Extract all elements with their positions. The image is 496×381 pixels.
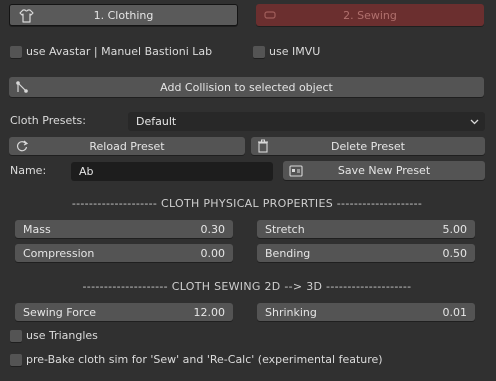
bending-field[interactable]: Bending 0.50 <box>257 244 475 262</box>
bending-value: 0.50 <box>442 246 468 260</box>
compression-value: 0.00 <box>200 246 226 260</box>
prebake-checkbox[interactable] <box>10 354 22 366</box>
trash-icon <box>255 138 271 154</box>
reload-preset-label: Reload Preset <box>89 139 165 153</box>
compression-field[interactable]: Compression 0.00 <box>15 244 233 262</box>
stretch-field[interactable]: Stretch 5.00 <box>257 220 475 238</box>
avastar-checkbox[interactable] <box>10 46 22 58</box>
add-collision-button[interactable]: Add Collision to selected object <box>9 77 484 97</box>
sewing-force-value: 12.00 <box>193 305 226 319</box>
shrinking-value: 0.01 <box>442 305 468 319</box>
save-new-preset-button[interactable]: Save New Preset <box>283 161 485 180</box>
collision-icon <box>14 79 30 95</box>
save-icon <box>288 163 304 179</box>
delete-preset-label: Delete Preset <box>331 139 405 153</box>
sewing-force-field[interactable]: Sewing Force 12.00 <box>15 303 233 321</box>
sewing-header: -------------------- CLOTH SEWING 2D -->… <box>82 280 412 293</box>
delete-preset-button[interactable]: Delete Preset <box>251 137 485 155</box>
tab-clothing[interactable]: 1. Clothing <box>9 4 238 26</box>
imvu-checkbox[interactable] <box>253 46 265 58</box>
save-new-preset-label: Save New Preset <box>337 164 431 177</box>
imvu-label: use IMVU <box>269 45 321 58</box>
add-collision-label: Add Collision to selected object <box>160 80 333 94</box>
preset-name-value: Ab <box>79 165 94 178</box>
reload-icon <box>14 138 30 154</box>
tab-sewing-label: 2. Sewing <box>343 8 397 22</box>
tab-clothing-label: 1. Clothing <box>93 8 154 22</box>
physical-properties-header: -------------------- CLOTH PHYSICAL PROP… <box>71 197 423 210</box>
mass-field[interactable]: Mass 0.30 <box>15 220 233 238</box>
shirt-icon <box>18 8 34 24</box>
tab-sewing[interactable]: 2. Sewing <box>256 4 484 26</box>
cloth-presets-label: Cloth Presets: <box>10 114 86 127</box>
chevron-down-icon <box>470 115 479 128</box>
use-triangles-label: use Triangles <box>26 329 98 342</box>
cloth-presets-dropdown[interactable]: Default <box>128 112 485 131</box>
reload-preset-button[interactable]: Reload Preset <box>9 137 245 155</box>
needle-icon <box>262 7 278 23</box>
stretch-label: Stretch <box>265 222 305 236</box>
shrinking-label: Shrinking <box>265 305 317 319</box>
shrinking-field[interactable]: Shrinking 0.01 <box>257 303 475 321</box>
use-triangles-checkbox[interactable] <box>10 330 22 342</box>
name-label: Name: <box>10 164 47 177</box>
bending-label: Bending <box>265 246 311 260</box>
stretch-value: 5.00 <box>442 222 468 236</box>
cloth-presets-value: Default <box>136 115 177 128</box>
preset-name-input[interactable]: Ab <box>71 162 273 181</box>
sewing-force-label: Sewing Force <box>23 305 97 319</box>
compression-label: Compression <box>23 246 95 260</box>
prebake-label: pre-Bake cloth sim for 'Sew' and 'Re-Cal… <box>26 353 383 366</box>
avastar-label: use Avastar | Manuel Bastioni Lab <box>26 45 213 58</box>
mass-value: 0.30 <box>200 222 226 236</box>
mass-label: Mass <box>23 222 51 236</box>
